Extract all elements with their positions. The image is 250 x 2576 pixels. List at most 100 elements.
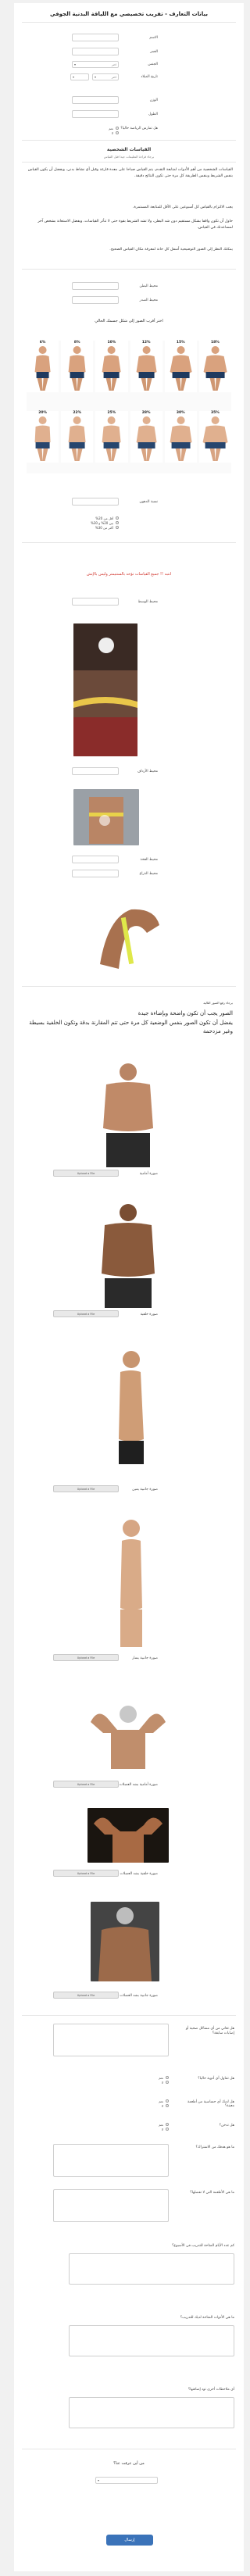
bodyfat-reference-chart: 6% 8% 10% 12% 15% 18% 20% 22% 25% 28% 30… — [27, 341, 231, 473]
upload-intro-line-2: يفضل أن تكون الصور بنفس الوضعية كل مرة ح… — [29, 1020, 233, 1034]
radio-circle-icon — [116, 127, 119, 130]
radio-circle-icon — [166, 2128, 169, 2131]
bodyfat-row-2: 20% 22% 25% 28% 30% 35% — [27, 411, 231, 463]
allergy-question-label: هل لديك أي حساسية من أطعمة معينة؟ — [187, 2100, 234, 2108]
referral-select[interactable] — [95, 2477, 158, 2484]
bodyfat-figure: 10% — [95, 341, 128, 392]
equipment-question-label: ما هي الأدوات المتاحة لديك للتدريب؟ — [180, 2316, 234, 2320]
weight-input[interactable] — [72, 96, 119, 104]
section-divider — [22, 140, 236, 141]
birthdate-month-select[interactable] — [70, 73, 89, 80]
age-input[interactable] — [72, 48, 119, 55]
section1-paragraph-2: يجب الالتزام بالقياس كل أسبوعين على الأق… — [132, 205, 233, 209]
foods-question-label: ما هي الأطعمة التي لا تفضلها؟ — [190, 2191, 234, 2195]
radio-circle-icon — [166, 2099, 169, 2103]
arm-measure-photo — [84, 894, 170, 974]
exercise-radio-group: نعم لا — [72, 126, 119, 135]
divider — [22, 986, 236, 987]
birthdate-select[interactable]: اختر — [92, 73, 119, 80]
divider — [22, 2015, 236, 2016]
section1-paragraph-1: القياسات الشخصية من أهم الأدوات لمتابعة … — [27, 168, 233, 178]
form-page: بيانات التعارف - تفريب تخصيصي مع اللياقة… — [14, 3, 244, 2571]
upload-front-button[interactable]: Upload a File — [53, 1170, 119, 1177]
notes-textarea[interactable] — [69, 2397, 234, 2428]
cm-notice: انتبه !! جميع القياسات تؤخذ بالسنتيمتر و… — [86, 572, 172, 577]
training-days-textarea[interactable] — [69, 2253, 234, 2285]
upload-back-flex-button[interactable]: Upload a File — [53, 1870, 119, 1877]
hips-input[interactable] — [72, 767, 119, 775]
upload-side-right-button[interactable]: Upload a File — [53, 1485, 119, 1492]
page-title: بيانات التعارف - تفريب تخصيصي مع اللياقة… — [49, 11, 208, 17]
height-input[interactable] — [72, 110, 119, 118]
section1-paragraph-4: يمكنك النظر إلى الصور التوضيحية أسفل كل … — [109, 248, 233, 252]
bodyfat-radio-group: أقل من 20% بين 20% و 30% أكثر من 30% — [72, 516, 119, 530]
final-question: من أين عرفت عنا؟ — [113, 2461, 145, 2466]
radio-circle-icon — [166, 2123, 169, 2126]
side-flex-pose-photo — [91, 1902, 159, 1981]
radio-circle-icon — [166, 2076, 169, 2079]
front-pose-photo — [83, 1058, 173, 1167]
upload-side-flex-button[interactable]: Upload a File — [53, 1992, 119, 1999]
thigh-input[interactable] — [72, 856, 119, 863]
chest-input[interactable] — [72, 296, 119, 304]
radio-circle-icon — [116, 526, 119, 529]
radio-circle-icon — [166, 2104, 169, 2107]
arm-input[interactable] — [72, 870, 119, 877]
bodyfat-figure: 12% — [130, 341, 162, 392]
health-question-label: هل تعاني من أي مشاكل صحية أو إصابات سابق… — [185, 2027, 234, 2035]
bodyfat-input[interactable] — [72, 498, 119, 506]
medication-no[interactable]: لا — [122, 2080, 169, 2085]
section1-title: القياسات الشخصية — [106, 147, 152, 152]
bodyfat-figure: 6% — [27, 341, 59, 392]
bodyfat-figure: 25% — [95, 411, 128, 463]
radio-circle-icon — [116, 516, 119, 520]
front-flex-pose-photo — [83, 1699, 173, 1769]
section1-paragraph-3: حاول أن تكون واقفا بشكل مستقيم دون شد ال… — [38, 220, 233, 230]
smoking-radio-group: نعم لا — [122, 2122, 169, 2131]
bodyfat-figure: 35% — [198, 411, 231, 463]
bodyfat-figure: 8% — [61, 341, 94, 392]
upload-back-button[interactable]: Upload a File — [53, 1310, 119, 1317]
bodyfat-figure: 18% — [198, 341, 231, 392]
bodyfat-figure: 22% — [61, 411, 94, 463]
waist-input[interactable] — [72, 598, 119, 606]
health-question-textarea[interactable] — [53, 2024, 169, 2056]
name-input[interactable] — [72, 34, 119, 41]
upload-front-flex-button[interactable]: Upload a File — [53, 1781, 119, 1788]
bodyfat-figure: 28% — [130, 411, 162, 463]
back-pose-photo — [83, 1199, 173, 1308]
radio-circle-icon — [166, 2081, 169, 2084]
side-right-pose-photo — [92, 1345, 167, 1478]
belly-input[interactable] — [72, 282, 119, 290]
bodyfat-figure: 15% — [164, 341, 197, 392]
medication-question-label: هل تتناول أي أدوية حاليا؟ — [198, 2077, 234, 2081]
bodyfat-figure: 20% — [27, 411, 59, 463]
radio-circle-icon — [116, 131, 119, 134]
equipment-textarea[interactable] — [69, 2325, 234, 2356]
radio-circle-icon — [116, 521, 119, 524]
upload-side-left-button[interactable]: Upload a File — [53, 1654, 119, 1661]
exercise-no[interactable]: لا — [72, 130, 119, 135]
gender-select[interactable]: اختر — [72, 61, 119, 68]
training-days-question-label: كم عدد الأيام المتاحة للتدريب في الأسبوع… — [172, 2244, 234, 2248]
back-flex-pose-photo — [88, 1808, 169, 1863]
waist-measure-photo — [73, 623, 138, 756]
bodyfat-option-3[interactable]: أكثر من 30% — [72, 525, 119, 530]
section1-subtitle: برجاء قراءة التعليمات جيدا قبل القياس — [103, 155, 155, 159]
notes-question-label: أي ملاحظات أخرى تود إضافتها؟ — [188, 2388, 234, 2392]
allergy-no[interactable]: لا — [122, 2103, 169, 2108]
side-left-pose-photo — [100, 1514, 162, 1647]
title-divider — [22, 22, 236, 23]
submit-button[interactable]: إرسال — [106, 2535, 153, 2546]
upload-intro-line-1: الصور يجب أن تكون واضحة وبإضاءة جيدة — [138, 1010, 233, 1016]
smoking-question-label: هل تدخن؟ — [219, 2124, 234, 2128]
foods-textarea[interactable] — [53, 2189, 169, 2222]
medication-radio-group: نعم لا — [122, 2075, 169, 2085]
bodyfat-prompt: اختر أقرب الصور إلى شكل جسمك الحالي — [95, 319, 163, 323]
smoking-no[interactable]: لا — [122, 2127, 169, 2131]
bodyfat-row-1: 6% 8% 10% 12% 15% 18% — [27, 341, 231, 392]
bodyfat-figure: 30% — [164, 411, 197, 463]
section1-divider — [22, 162, 236, 163]
goal-textarea[interactable] — [53, 2144, 169, 2177]
section1-divider-2 — [22, 269, 236, 270]
